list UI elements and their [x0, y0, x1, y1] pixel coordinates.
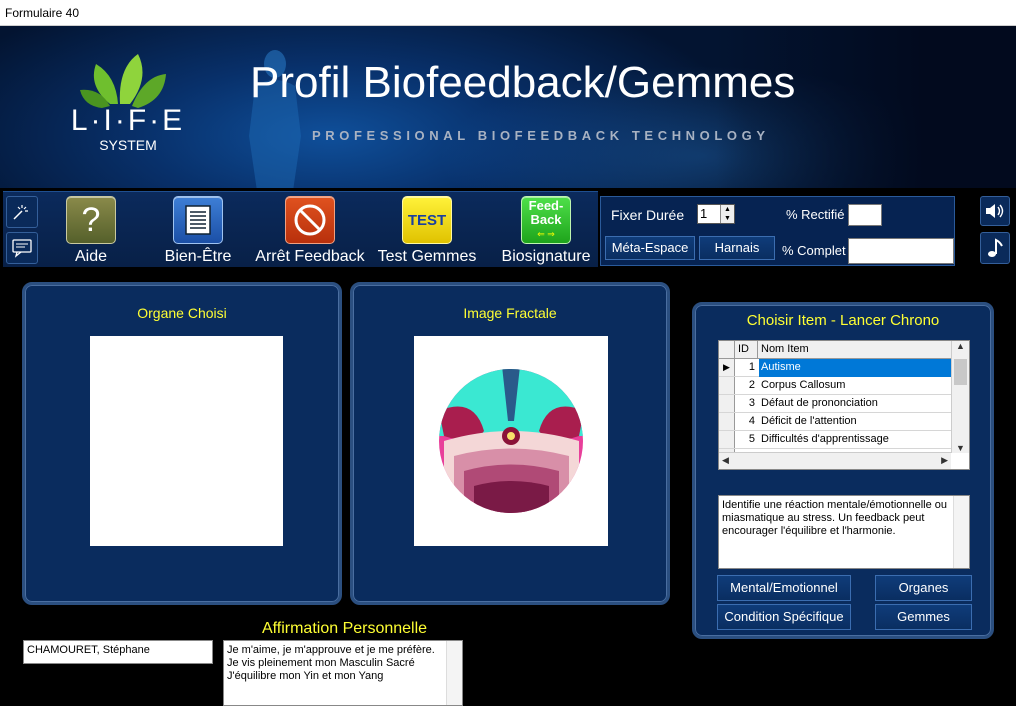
- row-selector[interactable]: [719, 413, 735, 430]
- harnais-button[interactable]: Harnais: [699, 236, 775, 260]
- wand-icon: [13, 205, 28, 220]
- complet-label: % Complet: [782, 243, 846, 258]
- affirmation-title: Affirmation Personnelle: [261, 620, 428, 637]
- window-titlebar: Formulaire 40: [0, 0, 1016, 26]
- row-nom: Défaut de prononciation: [761, 397, 878, 409]
- page-subtitle: PROFESSIONAL BIOFEEDBACK TECHNOLOGY: [312, 128, 770, 143]
- header-banner: L·I·F·E SYSTEM Profil Biofeedback/Gemmes…: [0, 26, 1016, 188]
- row-nom: Déficit de l'attention: [761, 415, 857, 427]
- affirmation-line: Je m'aime, je m'approuve et je me préfèr…: [227, 644, 435, 656]
- item-description: Identifie une réaction mentale/émotionne…: [718, 495, 970, 569]
- rectifie-field[interactable]: [848, 204, 882, 226]
- row-selector[interactable]: [719, 395, 735, 412]
- client-name-field[interactable]: CHAMOURET, Stéphane: [23, 640, 213, 664]
- table-row[interactable]: 2 Corpus Callosum: [719, 377, 951, 395]
- organe-choisi-panel: Organe Choisi: [22, 282, 342, 605]
- row-nom: Autisme: [759, 359, 951, 377]
- document-icon: [173, 196, 223, 244]
- test-icon: TEST: [402, 196, 452, 244]
- table-vertical-scrollbar[interactable]: ▲ ▼: [951, 341, 969, 453]
- affirmation-textarea[interactable]: Je m'aime, je m'approuve et je me préfèr…: [223, 640, 463, 706]
- complet-field[interactable]: [848, 238, 954, 264]
- row-id: 5: [748, 433, 755, 445]
- music-button[interactable]: [980, 232, 1010, 264]
- row-nom: Corpus Callosum: [761, 379, 846, 391]
- col-nom-header[interactable]: Nom Item: [759, 341, 949, 359]
- chat-icon: [12, 239, 32, 258]
- stop-icon: [285, 196, 335, 244]
- fixer-duree-stepper[interactable]: 1 ▲ ▼: [697, 204, 735, 224]
- speaker-button[interactable]: [980, 196, 1010, 226]
- row-selector[interactable]: [719, 377, 735, 394]
- wand-icon-button[interactable]: [6, 196, 38, 228]
- table-row[interactable]: ▶ 1 Autisme: [719, 359, 951, 377]
- speaker-icon: [986, 204, 1004, 218]
- description-scrollbar[interactable]: [953, 496, 969, 568]
- row-id: 4: [748, 415, 755, 427]
- col-id-header[interactable]: ID: [736, 341, 758, 359]
- stepper-arrows-icon[interactable]: ▲ ▼: [720, 205, 734, 223]
- table-horizontal-scrollbar[interactable]: ◀ ▶: [719, 452, 951, 469]
- image-fractale-title: Image Fractale: [463, 305, 557, 321]
- fractal-image: [414, 336, 608, 546]
- affirmation-line: Je vis pleinement mon Masculin Sacré: [227, 657, 415, 669]
- row-id: 3: [748, 397, 755, 409]
- test-gemmes-button[interactable]: TEST Test Gemmes: [372, 196, 482, 266]
- logo-text: L·I·F·E: [70, 104, 186, 137]
- row-nom: Difficultés d'apprentissage: [761, 433, 889, 445]
- choisir-item-title: Choisir Item - Lancer Chrono: [746, 312, 940, 329]
- biosignature-button[interactable]: Feed- Back ⇐ ⇒ Biosignature: [491, 196, 601, 266]
- affirmation-line: J'équilibre mon Yin et mon Yang: [227, 670, 384, 682]
- row-id: 1: [748, 361, 755, 373]
- organes-button[interactable]: Organes: [875, 575, 972, 601]
- arret-feedback-button[interactable]: Arrêt Feedback: [255, 196, 365, 266]
- page-title: Profil Biofeedback/Gemmes: [250, 58, 796, 107]
- feedback-icon: Feed- Back ⇐ ⇒: [521, 196, 571, 244]
- biosignature-label: Biosignature: [501, 248, 591, 265]
- table-header: ID Nom Item: [719, 341, 951, 359]
- chat-icon-button[interactable]: [6, 232, 38, 264]
- image-fractale-panel: Image Fractale: [350, 282, 670, 605]
- arret-feedback-label: Arrêt Feedback: [255, 248, 365, 265]
- affirmation-scrollbar[interactable]: [446, 641, 462, 705]
- row-id: 2: [748, 379, 755, 391]
- fixer-duree-label: Fixer Durée: [611, 207, 685, 223]
- organe-image: [90, 336, 283, 546]
- row-pointer-icon[interactable]: ▶: [719, 359, 735, 376]
- condition-specifique-button[interactable]: Condition Spécifique: [717, 604, 851, 630]
- mental-emotionnel-button[interactable]: Mental/Emotionnel: [717, 575, 851, 601]
- items-table[interactable]: ID Nom Item ▶ 1 Autisme 2 Corpus Callosum 3 Dé…: [718, 340, 970, 470]
- table-row[interactable]: 5 Difficultés d'apprentissage: [719, 431, 951, 449]
- row-selector[interactable]: [719, 431, 735, 448]
- help-icon: ?: [66, 196, 116, 244]
- table-row[interactable]: 3 Défaut de prononciation: [719, 395, 951, 413]
- timer-panel: Fixer Durée 1 ▲ ▼ % Rectifié Méta-Espace …: [600, 196, 955, 266]
- music-note-icon: [988, 238, 1003, 257]
- test-gemmes-label: Test Gemmes: [377, 248, 477, 265]
- aide-button[interactable]: ? Aide: [36, 196, 146, 266]
- window-title: Formulaire 40: [5, 6, 80, 20]
- rectifie-label: % Rectifié: [786, 207, 845, 222]
- bien-etre-button[interactable]: Bien-Être: [143, 196, 253, 266]
- bien-etre-label: Bien-Être: [164, 248, 232, 265]
- aide-label: Aide: [74, 248, 108, 265]
- organe-choisi-title: Organe Choisi: [137, 305, 227, 321]
- meta-espace-button[interactable]: Méta-Espace: [605, 236, 695, 260]
- logo-subtext: SYSTEM: [99, 137, 157, 153]
- table-row[interactable]: 4 Déficit de l'attention: [719, 413, 951, 431]
- gemmes-button[interactable]: Gemmes: [875, 604, 972, 630]
